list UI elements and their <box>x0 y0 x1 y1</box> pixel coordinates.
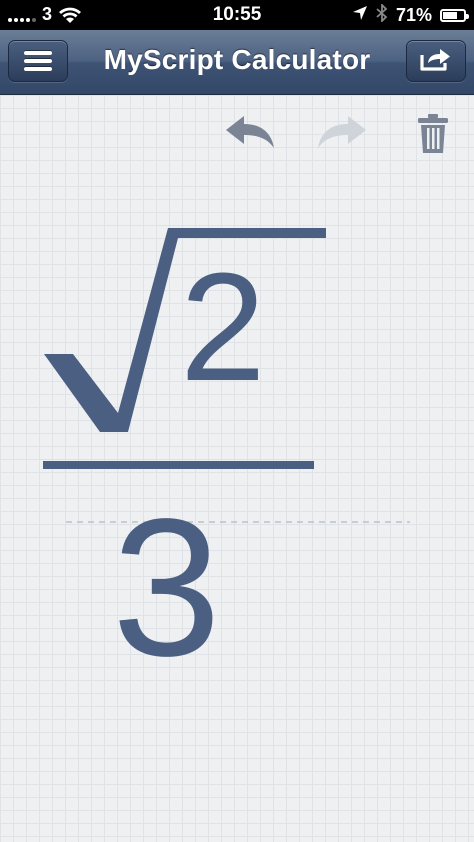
status-right: 71% <box>352 2 469 27</box>
handwriting-canvas[interactable]: 2 3 <box>0 95 474 842</box>
battery-icon <box>440 9 469 22</box>
share-button[interactable] <box>406 40 466 82</box>
share-icon <box>419 46 453 77</box>
bluetooth-icon <box>376 2 388 27</box>
numerator-digit: 2 <box>180 241 266 413</box>
location-arrow-icon <box>352 5 368 26</box>
math-strokes <box>43 228 410 523</box>
navigation-bar: MyScript Calculator <box>0 30 474 95</box>
denominator-digit: 3 <box>112 478 222 697</box>
app-title: MyScript Calculator <box>103 44 371 75</box>
fraction-bar <box>43 461 314 469</box>
status-bar: 3 10:55 71% <box>0 0 474 30</box>
battery-percent: 71% <box>395 5 432 25</box>
